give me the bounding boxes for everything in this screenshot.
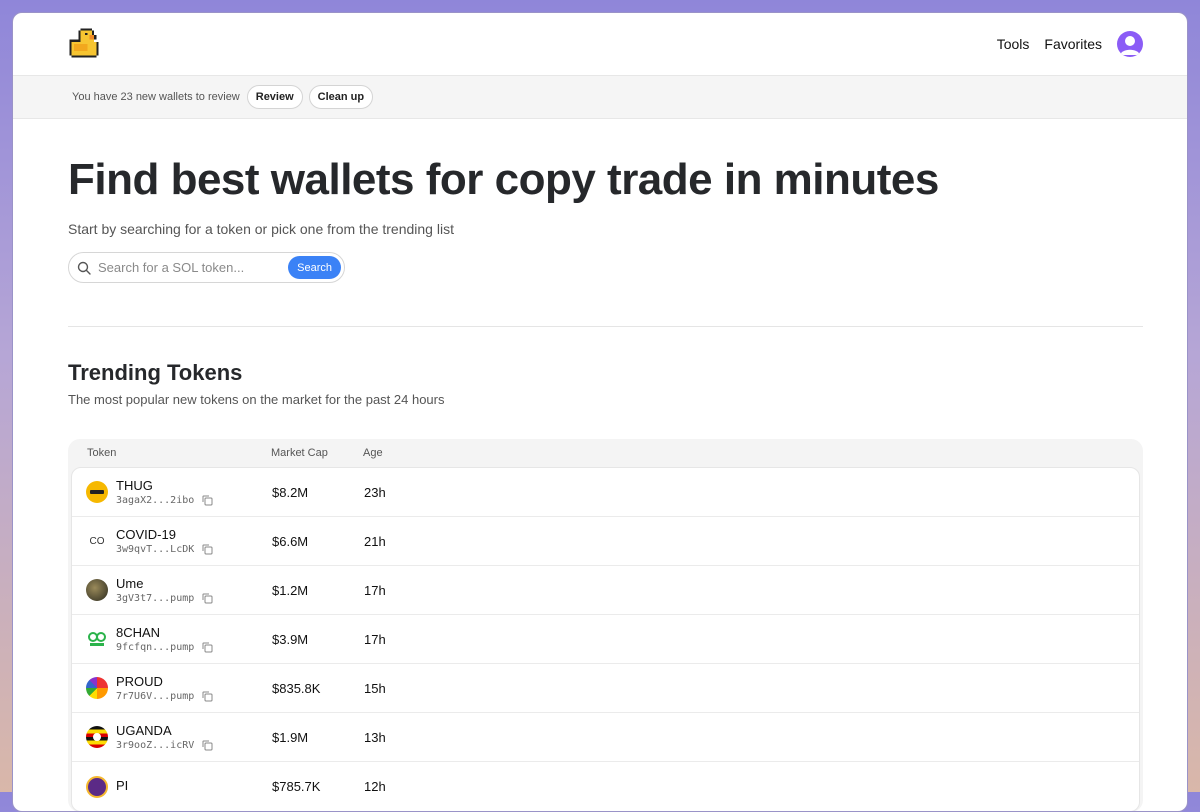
age-cell: 17h xyxy=(364,582,386,598)
age-cell: 13h xyxy=(364,729,386,745)
token-name: PROUD xyxy=(116,674,163,689)
table-body: THUG 3agaX2...2ibo $8.2M 23h CO COVID-19… xyxy=(71,467,1140,811)
trending-table: Token Market Cap Age THUG 3agaX2...2ibo xyxy=(68,439,1143,811)
copy-icon[interactable] xyxy=(202,740,213,751)
market-cap-cell: $1.9M xyxy=(272,729,309,745)
token-address-text: 7r7U6V...pump xyxy=(116,691,195,702)
token-address-text: 3agaX2...2ibo xyxy=(116,495,195,506)
proud-logo-icon xyxy=(86,677,108,699)
token-name: THUG xyxy=(116,478,153,493)
user-icon xyxy=(1120,36,1140,55)
copy-icon[interactable] xyxy=(202,642,213,653)
top-nav: Tools Favorites xyxy=(13,13,1187,75)
review-banner: You have 23 new wallets to review Review… xyxy=(13,75,1187,119)
banner-text: You have 23 new wallets to review xyxy=(72,91,240,103)
page-subtitle: Start by searching for a token or pick o… xyxy=(68,221,454,237)
copy-icon[interactable] xyxy=(202,544,213,555)
table-row[interactable]: PI $785.7K 12h xyxy=(72,762,1139,811)
clean-up-button[interactable]: Clean up xyxy=(308,85,374,109)
token-name: COVID-19 xyxy=(116,527,176,542)
age-cell: 21h xyxy=(364,533,386,549)
table-row[interactable]: CO COVID-19 3w9qvT...LcDK $6.6M 21h xyxy=(72,517,1139,566)
token-cell: UGANDA 3r9ooZ...icRV xyxy=(72,723,272,751)
token-name: UGANDA xyxy=(116,723,172,738)
duck-logo-icon[interactable] xyxy=(67,26,103,62)
ume-logo-icon xyxy=(86,579,108,601)
pi-logo-icon xyxy=(86,775,108,798)
copy-icon[interactable] xyxy=(202,495,213,506)
thug-logo-icon xyxy=(86,481,108,503)
column-header-age: Age xyxy=(363,447,383,459)
token-address: 9fcfqn...pump xyxy=(116,642,213,653)
token-address: 3agaX2...2ibo xyxy=(116,495,213,506)
nav-tools[interactable]: Tools xyxy=(997,36,1030,52)
text-icon: CO xyxy=(89,535,105,547)
page-title: Find best wallets for copy trade in minu… xyxy=(68,155,939,204)
table-row[interactable]: 8CHAN 9fcfqn...pump $3.9M 17h xyxy=(72,615,1139,664)
table-row[interactable]: THUG 3agaX2...2ibo $8.2M 23h xyxy=(72,468,1139,517)
uganda-flag-icon xyxy=(86,726,108,748)
token-name: PI xyxy=(116,778,129,793)
token-address: 3gV3t7...pump xyxy=(116,593,213,604)
search-input[interactable] xyxy=(98,260,282,275)
age-cell: 17h xyxy=(364,631,386,647)
token-name: 8CHAN xyxy=(116,625,161,640)
trending-subtitle: The most popular new tokens on the marke… xyxy=(68,392,445,407)
main-content: Find best wallets for copy trade in minu… xyxy=(13,151,1187,811)
app-window: Tools Favorites You have 23 new wallets … xyxy=(12,12,1188,812)
trending-title: Trending Tokens xyxy=(68,360,243,385)
nav-favorites[interactable]: Favorites xyxy=(1044,36,1102,52)
token-address-text: 9fcfqn...pump xyxy=(116,642,195,653)
table-row[interactable]: UGANDA 3r9ooZ...icRV $1.9M 13h xyxy=(72,713,1139,762)
token-address-text: 3w9qvT...LcDK xyxy=(116,544,195,555)
market-cap-cell: $8.2M xyxy=(272,484,309,500)
token-cell: Ume 3gV3t7...pump xyxy=(72,576,272,604)
nav-menu: Tools Favorites xyxy=(997,31,1143,57)
token-cell: PI xyxy=(72,775,272,798)
token-cell: PROUD 7r7U6V...pump xyxy=(72,674,272,702)
token-name: Ume xyxy=(116,576,144,591)
token-address-text: 3gV3t7...pump xyxy=(116,593,195,604)
user-avatar[interactable] xyxy=(1117,31,1143,57)
column-header-market-cap: Market Cap xyxy=(271,447,328,459)
market-cap-cell: $835.8K xyxy=(272,680,321,696)
search-icon xyxy=(77,261,91,275)
token-address: 7r7U6V...pump xyxy=(116,691,213,702)
age-cell: 23h xyxy=(364,484,386,500)
market-cap-cell: $6.6M xyxy=(272,533,309,549)
table-row[interactable]: Ume 3gV3t7...pump $1.2M 17h xyxy=(72,566,1139,615)
8chan-logo-icon xyxy=(86,628,108,650)
copy-icon[interactable] xyxy=(202,691,213,702)
market-cap-cell: $3.9M xyxy=(272,631,309,647)
review-button[interactable]: Review xyxy=(246,85,303,109)
token-cell: CO COVID-19 3w9qvT...LcDK xyxy=(72,527,272,555)
token-address-text: 3r9ooZ...icRV xyxy=(116,740,195,751)
copy-icon[interactable] xyxy=(202,593,213,604)
market-cap-cell: $1.2M xyxy=(272,582,309,598)
token-cell: THUG 3agaX2...2ibo xyxy=(72,478,272,506)
table-header: Token Market Cap Age xyxy=(71,439,1140,467)
token-address: 3w9qvT...LcDK xyxy=(116,544,213,555)
section-divider xyxy=(68,326,1143,327)
age-cell: 15h xyxy=(364,680,386,696)
table-row[interactable]: PROUD 7r7U6V...pump $835.8K 15h xyxy=(72,664,1139,713)
search-button[interactable]: Search xyxy=(288,256,341,279)
column-header-token: Token xyxy=(87,447,117,459)
token-cell: 8CHAN 9fcfqn...pump xyxy=(72,625,272,653)
token-address: 3r9ooZ...icRV xyxy=(116,740,213,751)
search-bar: Search xyxy=(68,252,345,283)
